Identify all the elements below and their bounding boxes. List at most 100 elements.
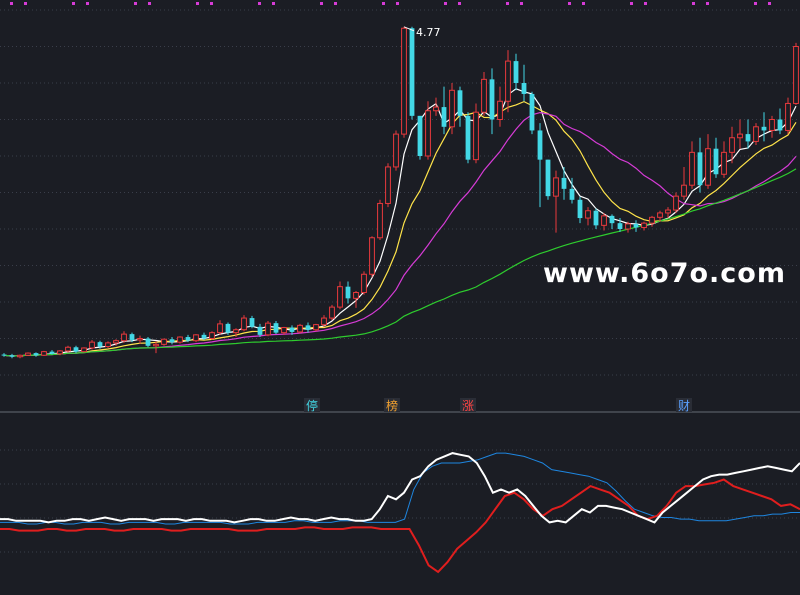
candle-up — [769, 119, 775, 131]
candle-down — [465, 115, 471, 160]
top-marker-dot — [706, 2, 709, 5]
top-marker-dot — [396, 2, 399, 5]
top-marker-dot — [458, 2, 461, 5]
top-marker-dot — [630, 2, 633, 5]
candle-up — [433, 106, 439, 112]
top-marker-dot — [568, 2, 571, 5]
candle-down — [561, 177, 567, 189]
candle-up — [737, 133, 743, 139]
candle-down — [537, 130, 543, 160]
candle-up — [657, 212, 663, 218]
candle-up — [321, 317, 327, 326]
candle-down — [169, 339, 175, 343]
top-marker-dot — [86, 2, 89, 5]
candle-up — [113, 340, 119, 344]
candle-up — [793, 46, 799, 104]
candle-up — [473, 111, 479, 161]
candle-down — [145, 338, 151, 346]
top-marker-dot — [644, 2, 647, 5]
candle-up — [785, 102, 791, 131]
candle-down — [513, 61, 519, 83]
candle-up — [625, 223, 631, 230]
candle-up — [649, 216, 655, 224]
candle-up — [369, 237, 375, 275]
candle-up — [25, 352, 31, 356]
top-marker-dot — [272, 2, 275, 5]
top-marker-dot — [320, 2, 323, 5]
candle-up — [233, 329, 239, 334]
candle-down — [777, 119, 783, 131]
candle-down — [417, 115, 423, 156]
candle-down — [289, 327, 295, 332]
candle-down — [569, 188, 575, 200]
candle-down — [761, 126, 767, 131]
candle-up — [449, 89, 455, 128]
candle-up — [505, 60, 511, 102]
top-marker-dot — [24, 2, 27, 5]
top-marker-dot — [444, 2, 447, 5]
candlestick-chart: 4.77 停 榜 涨 财 — [0, 2, 800, 574]
candle-up — [297, 324, 303, 333]
marker-label: 停 — [306, 398, 318, 413]
candle-down — [593, 210, 599, 226]
candle-up — [377, 202, 383, 239]
candle-up — [265, 322, 271, 336]
marker-label: 财 — [678, 399, 690, 413]
candle-up — [681, 184, 687, 197]
top-marker-dot — [506, 2, 509, 5]
candle-up — [17, 354, 23, 358]
candle-down — [457, 90, 463, 116]
top-marker-dot — [520, 2, 523, 5]
candle-down — [97, 342, 103, 347]
marker-label: 涨 — [462, 398, 474, 413]
peak-label: 4.77 — [416, 26, 441, 39]
candle-down — [609, 215, 615, 224]
candle-up — [689, 151, 695, 186]
candle-down — [745, 134, 751, 142]
candle-up — [721, 151, 727, 175]
chart-stage: 4.77 停 榜 涨 财 www.6o7o.com — [0, 0, 800, 595]
candle-up — [193, 334, 199, 342]
candle-down — [49, 351, 55, 354]
candle-down — [529, 93, 535, 131]
candle-down — [249, 318, 255, 327]
candle-up — [401, 27, 407, 135]
candle-down — [697, 152, 703, 186]
candle-up — [705, 148, 711, 186]
candle-up — [121, 333, 127, 342]
top-marker-dot — [258, 2, 261, 5]
indicator-red — [0, 478, 800, 574]
candle-down — [1, 354, 7, 356]
candle-up — [353, 292, 359, 299]
candle-up — [641, 222, 647, 229]
candle-down — [521, 83, 527, 94]
candle-up — [585, 210, 591, 219]
candle-up — [361, 273, 367, 294]
candle-up — [425, 110, 431, 157]
candle-up — [217, 323, 223, 334]
candle-up — [729, 137, 735, 153]
top-marker-dot — [754, 2, 757, 5]
candle-down — [33, 353, 39, 356]
candle-down — [441, 107, 447, 127]
top-marker-dot — [72, 2, 75, 5]
candle-down — [633, 223, 639, 228]
candle-down — [129, 334, 135, 340]
candle-up — [65, 346, 71, 352]
top-marker-dot — [692, 2, 695, 5]
indicator-blue — [0, 452, 800, 525]
candle-down — [9, 355, 15, 357]
candle-up — [177, 336, 183, 343]
top-marker-dot — [334, 2, 337, 5]
candle-up — [105, 342, 111, 348]
candle-up — [137, 338, 143, 341]
candle-up — [281, 327, 287, 334]
candle-down — [577, 199, 583, 219]
candle-up — [337, 286, 343, 308]
candle-down — [489, 79, 495, 120]
candle-up — [313, 324, 319, 331]
candle-up — [601, 215, 607, 226]
watermark: www.6o7o.com — [543, 258, 786, 289]
candle-up — [753, 126, 759, 142]
candle-down — [713, 148, 719, 175]
